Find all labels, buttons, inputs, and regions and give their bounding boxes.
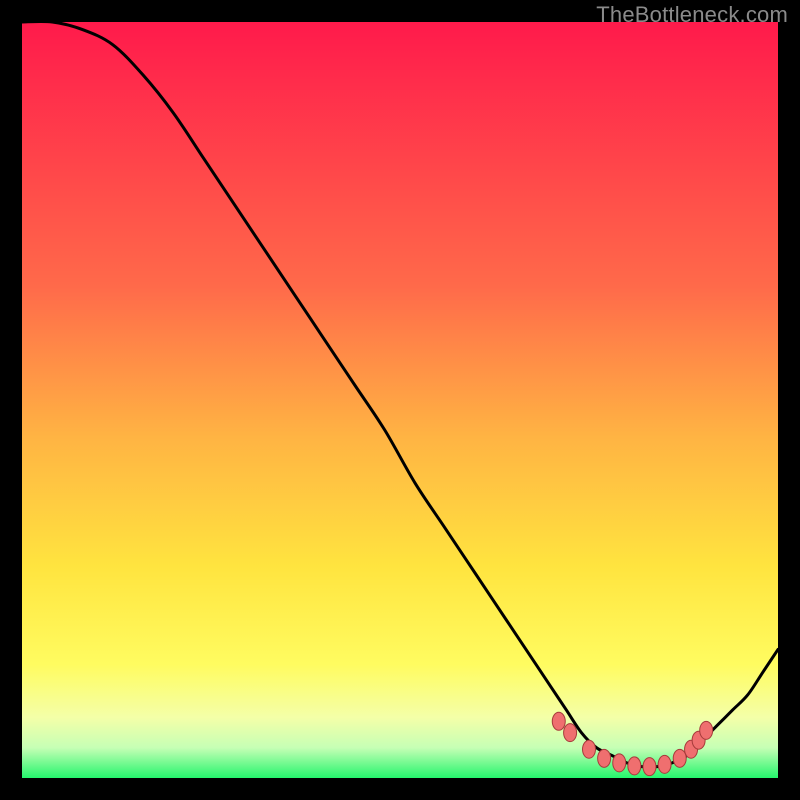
chart-frame [22,22,778,778]
gradient-background [22,22,778,778]
marker-dot [658,755,671,773]
marker-dot [598,749,611,767]
bottleneck-chart [22,22,778,778]
marker-dot [552,712,565,730]
marker-dot [583,740,596,758]
watermark-text: TheBottleneck.com [596,2,788,28]
marker-dot [643,758,656,776]
marker-dot [700,721,713,739]
marker-dot [613,754,626,772]
marker-dot [673,749,686,767]
marker-dot [564,724,577,742]
marker-dot [628,757,641,775]
